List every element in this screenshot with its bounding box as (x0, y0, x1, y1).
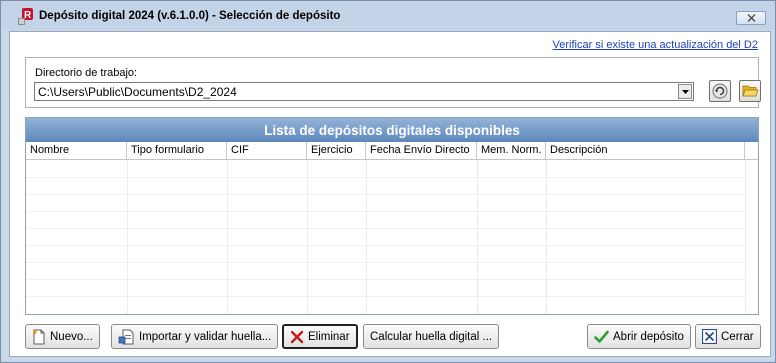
row-divider (26, 194, 746, 195)
list-title: Lista de depósitos digitales disponibles (26, 118, 758, 142)
column-divider (477, 160, 478, 314)
column-divider (366, 160, 367, 314)
new-button-label: Nuevo... (50, 330, 93, 343)
new-document-icon (33, 329, 45, 344)
import-button-label: Importar y validar huella... (139, 330, 272, 343)
column-divider (227, 160, 228, 314)
checkmark-icon (594, 330, 609, 343)
row-divider (26, 279, 746, 280)
column-header-mem-norm[interactable]: Mem. Norm. (477, 142, 546, 159)
import-document-icon (118, 329, 134, 344)
workdir-value: C:\Users\Public\Documents\D2_2024 (38, 85, 237, 99)
new-button[interactable]: Nuevo... (25, 324, 100, 349)
refresh-icon (712, 83, 728, 99)
list-header: Nombre Tipo formulario CIF Ejercicio Fec… (26, 142, 758, 160)
close-button-label: Cerrar (721, 330, 754, 343)
window-close-button[interactable] (736, 11, 766, 25)
column-header-cif[interactable]: CIF (227, 142, 307, 159)
column-header-ejercicio[interactable]: Ejercicio (307, 142, 366, 159)
row-divider (26, 177, 746, 178)
dropdown-arrow-icon[interactable] (678, 84, 692, 99)
close-icon (747, 14, 755, 22)
delete-x-icon (290, 330, 304, 343)
open-deposit-label: Abrir depósito (613, 330, 684, 343)
dialog-body: Verificar si existe una actualización de… (9, 31, 771, 357)
dialog-window: R Depósito digital 2024 (v.6.1.0.0) - Se… (0, 0, 776, 363)
calculate-button-label: Calcular huella digital ... (370, 330, 493, 343)
row-divider (26, 228, 746, 229)
row-divider (26, 262, 746, 263)
delete-button[interactable]: Eliminar (282, 324, 358, 349)
column-divider (546, 160, 547, 314)
check-update-link[interactable]: Verificar si existe una actualización de… (553, 39, 758, 51)
close-box-icon (702, 329, 717, 344)
column-divider (127, 160, 128, 314)
workdir-label: Directorio de trabajo: (35, 67, 138, 79)
app-logo-icon: R (17, 8, 35, 26)
column-header-fecha-envio[interactable]: Fecha Envío Directo (366, 142, 477, 159)
import-validate-button[interactable]: Importar y validar huella... (111, 324, 279, 349)
column-divider (745, 160, 746, 314)
title-bar: R Depósito digital 2024 (v.6.1.0.0) - Se… (1, 1, 775, 30)
workdir-group: Directorio de trabajo: C:\Users\Public\D… (25, 57, 761, 108)
column-header-descripcion[interactable]: Descripción (546, 142, 745, 159)
window-title: Depósito digital 2024 (v.6.1.0.0) - Sele… (39, 10, 341, 22)
column-divider (307, 160, 308, 314)
close-button[interactable]: Cerrar (695, 324, 761, 349)
refresh-button[interactable] (709, 80, 731, 102)
row-divider (26, 296, 746, 297)
open-deposit-button[interactable]: Abrir depósito (587, 324, 691, 349)
svg-text:R: R (24, 10, 32, 21)
column-header-nombre[interactable]: Nombre (26, 142, 127, 159)
folder-open-icon (741, 85, 759, 97)
row-divider (26, 211, 746, 212)
column-header-tipo-formulario[interactable]: Tipo formulario (127, 142, 227, 159)
row-divider (26, 245, 746, 246)
browse-folder-button[interactable] (739, 80, 761, 102)
calculate-hash-button[interactable]: Calcular huella digital ... (363, 324, 500, 349)
workdir-combo[interactable]: C:\Users\Public\Documents\D2_2024 (34, 82, 694, 101)
delete-button-label: Eliminar (308, 330, 350, 343)
deposit-list[interactable]: Lista de depósitos digitales disponibles… (25, 117, 759, 315)
